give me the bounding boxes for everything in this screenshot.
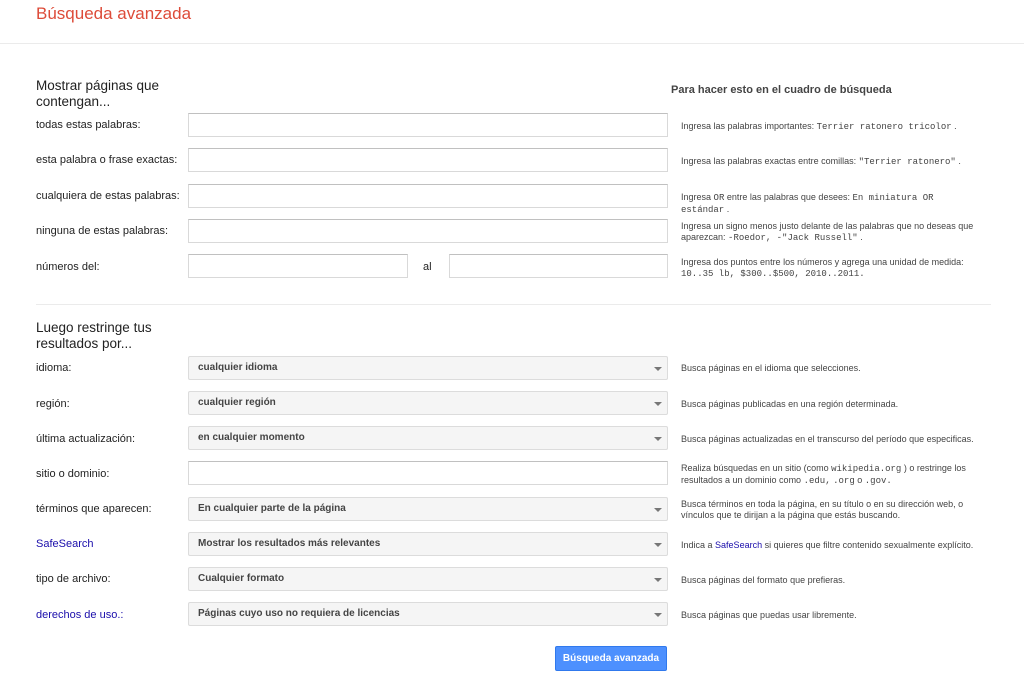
chevron-down-icon <box>654 402 662 406</box>
help-usage-rights: Busca páginas que puedas usar libremente… <box>681 610 857 620</box>
safesearch-select[interactable]: Mostrar los resultados más relevantes <box>188 532 668 556</box>
label-terms-appearing: términos que aparecen: <box>36 503 152 515</box>
help-any-words: Ingresa OR entre las palabras que desees… <box>681 192 934 215</box>
usage-rights-select-value: Páginas cuyo uso no requiera de licencia… <box>198 608 400 619</box>
label-region: región: <box>36 398 70 410</box>
label-any-words: cualquiera de estas palabras: <box>36 190 180 202</box>
label-last-update: última actualización: <box>36 433 136 445</box>
chevron-down-icon <box>654 613 662 617</box>
help-region: Busca páginas publicadas en una región d… <box>681 399 899 409</box>
language-select[interactable]: cualquier idioma <box>188 356 668 380</box>
all-words-input[interactable] <box>188 113 668 137</box>
chevron-down-icon <box>654 543 662 547</box>
help-site-domain: Realiza búsquedas en un sitio (como wiki… <box>681 463 966 486</box>
help-numbers-range: Ingresa dos puntos entre los números y a… <box>681 257 964 279</box>
exact-phrase-input[interactable] <box>188 148 668 172</box>
usage-rights-select[interactable]: Páginas cuyo uso no requiera de licencia… <box>188 602 668 626</box>
chevron-down-icon <box>654 367 662 371</box>
any-words-input[interactable] <box>188 184 668 208</box>
label-file-type: tipo de archivo: <box>36 573 111 585</box>
help-none-words: Ingresa un signo menos justo delante de … <box>681 221 974 243</box>
chevron-down-icon <box>654 578 662 582</box>
help-terms-appearing: Busca términos en toda la página, en su … <box>681 499 964 520</box>
safesearch-link[interactable]: SafeSearch <box>36 538 93 550</box>
section-divider <box>36 304 991 305</box>
chevron-down-icon <box>654 508 662 512</box>
label-none-words: ninguna de estas palabras: <box>36 225 169 237</box>
last-update-select-value: en cualquier momento <box>198 432 305 443</box>
terms-appearing-select[interactable]: En cualquier parte de la página <box>188 497 668 521</box>
help-safesearch: Indica a SafeSearch si quieres que filtr… <box>681 540 974 550</box>
range-separator-label: al <box>423 261 432 273</box>
usage-rights-link[interactable]: derechos de uso.: <box>36 609 123 621</box>
safesearch-help-link[interactable]: SafeSearch <box>715 540 762 550</box>
section-heading-contain: Mostrar páginas que contengan... <box>36 78 160 109</box>
help-last-update: Busca páginas actualizadas en el transcu… <box>681 434 974 444</box>
section-heading-restrict: Luego restringe tus resultados por... <box>36 320 152 351</box>
label-site-domain: sitio o dominio: <box>36 468 110 480</box>
number-from-input[interactable] <box>188 254 408 278</box>
number-to-input[interactable] <box>449 254 668 278</box>
help-all-words: Ingresa las palabras importantes: Terrie… <box>681 121 957 132</box>
help-exact-phrase: Ingresa las palabras exactas entre comil… <box>681 156 961 167</box>
file-type-select[interactable]: Cualquier formato <box>188 567 668 591</box>
help-file-type: Busca páginas del formato que prefieras. <box>681 575 846 585</box>
site-domain-input[interactable] <box>188 461 668 485</box>
region-select[interactable]: cualquier región <box>188 391 668 415</box>
file-type-select-value: Cualquier formato <box>198 573 285 584</box>
last-update-select[interactable]: en cualquier momento <box>188 426 668 450</box>
header-divider <box>0 43 1024 44</box>
page-title: Búsqueda avanzada <box>36 4 192 23</box>
advanced-search-button[interactable]: Búsqueda avanzada <box>555 646 667 671</box>
label-numbers-range: números del: <box>36 261 100 273</box>
safesearch-select-value: Mostrar los resultados más relevantes <box>198 538 381 549</box>
help-column-heading: Para hacer esto en el cuadro de búsqueda <box>671 84 892 96</box>
language-select-value: cualquier idioma <box>198 362 278 373</box>
chevron-down-icon <box>654 437 662 441</box>
label-all-words: todas estas palabras: <box>36 119 141 131</box>
region-select-value: cualquier región <box>198 397 276 408</box>
label-language: idioma: <box>36 362 72 374</box>
label-exact-phrase: esta palabra o frase exactas: <box>36 154 178 166</box>
help-language: Busca páginas en el idioma que seleccion… <box>681 363 861 373</box>
none-words-input[interactable] <box>188 219 668 243</box>
terms-appearing-select-value: En cualquier parte de la página <box>198 503 346 514</box>
